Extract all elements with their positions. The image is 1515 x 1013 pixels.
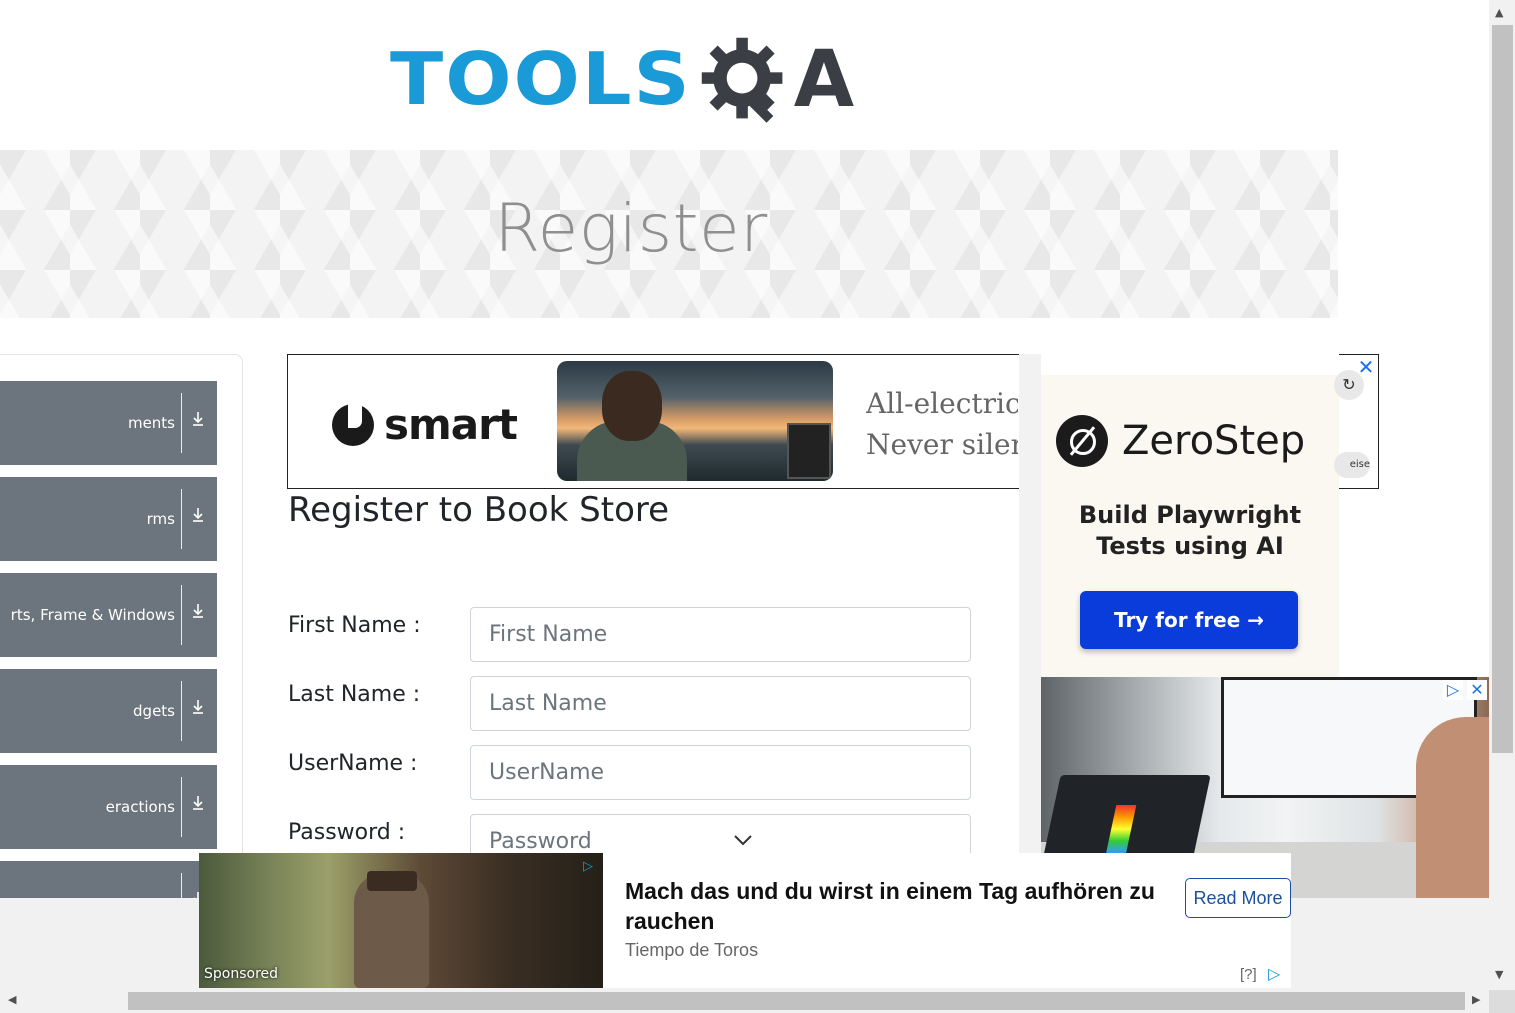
first-name-label: First Name : <box>288 613 421 638</box>
sidebar-group-divider <box>181 585 182 645</box>
sidebar-group-label-text: eractions <box>105 798 175 816</box>
username-label: UserName : <box>288 751 418 776</box>
first-name-input[interactable] <box>470 607 971 662</box>
sidebar-group-label: dgets <box>0 669 175 753</box>
ad-help-link[interactable]: [?] <box>1240 966 1257 983</box>
form-title: Register to Book Store <box>288 490 670 530</box>
sidebar-group-label: ments <box>0 381 175 465</box>
logo-text-tools: TOOLS <box>390 38 692 121</box>
sidebar-group-label-text: dgets <box>133 702 175 720</box>
download-icon[interactable] <box>190 795 206 819</box>
smart-brand-icon <box>332 401 374 446</box>
close-icon[interactable]: ✕ <box>1467 680 1487 700</box>
horizontal-scrollbar-thumb[interactable] <box>128 992 1465 1010</box>
download-icon[interactable] <box>190 507 206 531</box>
zerostep-brand-icon <box>1056 415 1108 467</box>
ad-copy[interactable]: All-electric Never silen <box>866 383 1018 465</box>
logo-text-a: A <box>793 34 855 125</box>
zerostep-tagline-line1: Build Playwright <box>1078 501 1302 529</box>
sidebar-group-label: eractions <box>0 765 175 849</box>
zerostep-brand-text: ZeroStep <box>1122 418 1306 464</box>
try-for-free-button[interactable]: Try for free → <box>1080 591 1298 649</box>
sidebar-group-label: rts, Frame & Windows <box>0 573 175 657</box>
vertical-scrollbar-thumb[interactable] <box>1492 25 1513 753</box>
ad-copy-line2: Never silen <box>866 428 1018 461</box>
sponsored-source: Tiempo de Toros <box>625 940 759 960</box>
sidebar-group-divider <box>181 393 182 453</box>
download-icon[interactable] <box>190 699 206 723</box>
last-name-input[interactable] <box>470 676 971 731</box>
ad-office-controls[interactable]: ▷ ✕ <box>1443 680 1487 700</box>
adchoices-icon[interactable]: ▷ <box>1268 964 1288 984</box>
page-title: Register <box>494 190 768 267</box>
ad-copy-line1: All-electric <box>866 387 1018 420</box>
sidebar-group-1[interactable]: rms <box>0 477 217 561</box>
sidebar-group-4[interactable]: eractions <box>0 765 217 849</box>
last-name-label: Last Name : <box>288 682 421 707</box>
ad-refresh-icon[interactable]: ↻ <box>1334 370 1364 400</box>
sponsored-label: Sponsored <box>204 966 279 982</box>
toolsqa-logo[interactable]: TOOLS A <box>390 22 875 137</box>
sidebar-group-label-text: ments <box>127 414 175 432</box>
sidebar-group-label-text: rms <box>146 510 175 528</box>
scroll-left-arrow-icon[interactable]: ◀ <box>8 993 16 1006</box>
sidebar-group-5[interactable] <box>0 861 217 933</box>
sidebar-group-label: rms <box>0 477 175 561</box>
smart-logo[interactable]: smart <box>332 400 518 449</box>
scroll-right-arrow-icon[interactable]: ▶ <box>1472 993 1480 1006</box>
ad-car-photo[interactable] <box>557 361 833 481</box>
ad-info-pill[interactable]: eise <box>1334 452 1370 478</box>
gear-q-icon <box>701 37 783 123</box>
adchoices-icon[interactable]: ▷ <box>583 859 597 874</box>
password-label: Password : <box>288 820 406 845</box>
zerostep-tagline: Build Playwright Tests using AI <box>1041 500 1339 562</box>
sidebar-group-divider <box>181 681 182 741</box>
sponsored-title[interactable]: Mach das und du wirst in einem Tag aufhö… <box>625 876 1165 936</box>
sidebar-group-0[interactable]: ments <box>0 381 217 465</box>
sidebar-group-3[interactable]: dgets <box>0 669 217 753</box>
zerostep-tagline-line2: Tests using AI <box>1096 532 1284 560</box>
scroll-down-arrow-icon[interactable]: ▼ <box>1495 968 1503 981</box>
sidebar-group-label-text: rts, Frame & Windows <box>10 606 175 624</box>
chevron-down-icon[interactable] <box>733 830 753 850</box>
zerostep-logo[interactable]: ZeroStep <box>1056 415 1305 467</box>
sidebar-group-divider <box>181 489 182 549</box>
ad-zerostep-edge <box>1019 354 1041 854</box>
scrollbar-corner <box>1489 990 1515 1013</box>
download-icon[interactable] <box>190 603 206 627</box>
sidebar-group-divider <box>181 777 182 837</box>
username-input[interactable] <box>470 745 971 800</box>
sidebar-group-2[interactable]: rts, Frame & Windows <box>0 573 217 657</box>
scroll-up-arrow-icon[interactable]: ▲ <box>1495 6 1503 19</box>
read-more-button[interactable]: Read More <box>1185 878 1291 918</box>
smart-brand-text: smart <box>384 400 518 449</box>
adchoices-icon[interactable]: ▷ <box>1443 680 1463 700</box>
download-icon[interactable] <box>190 411 206 435</box>
